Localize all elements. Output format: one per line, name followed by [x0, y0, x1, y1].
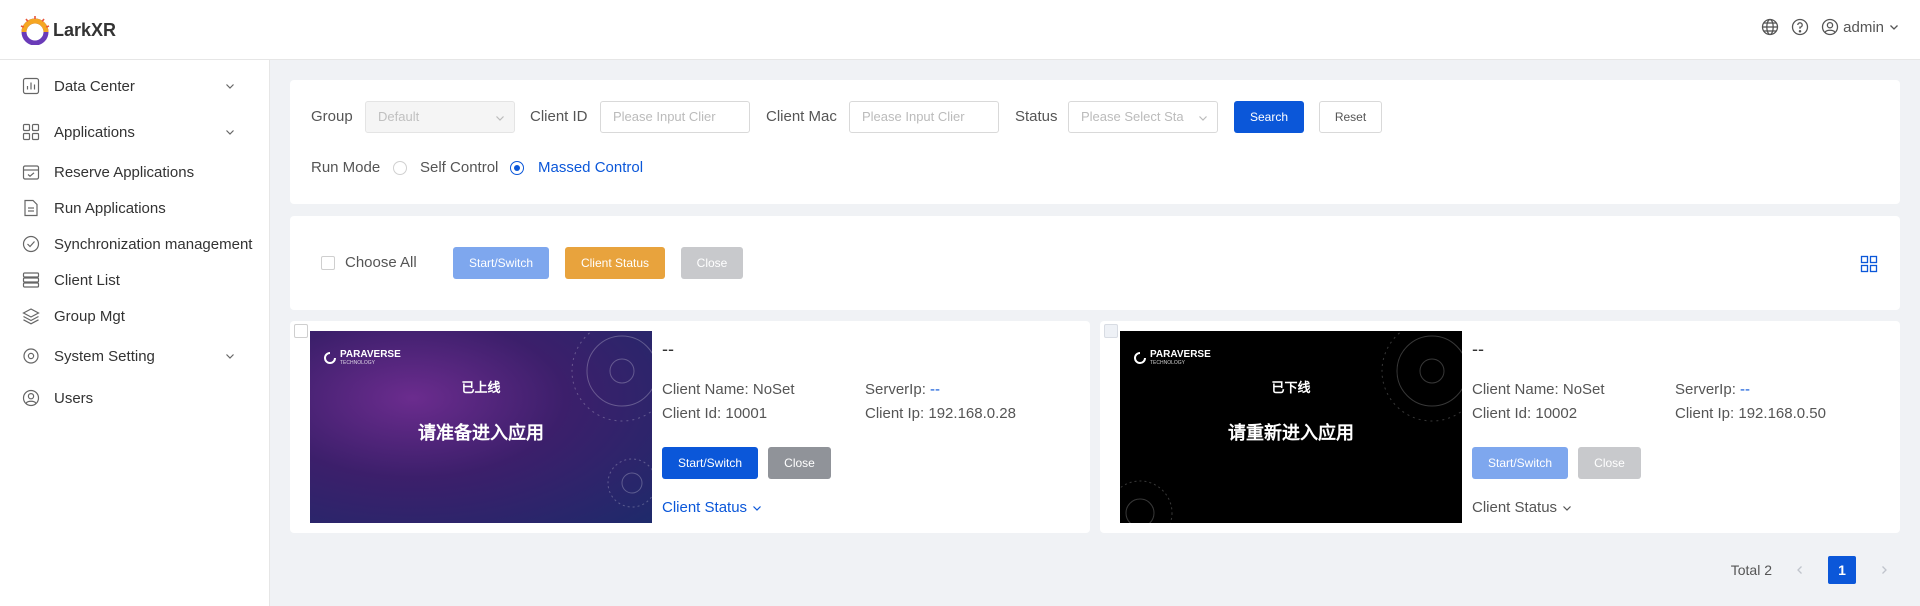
client-status-dropdown[interactable]: Client Status: [662, 499, 763, 516]
paraverse-logo: PARAVERSE TECHNOLOGY: [1134, 349, 1211, 366]
chevron-down-icon: [1199, 116, 1207, 121]
sidebar-item-users[interactable]: Users: [0, 380, 270, 416]
thumb-status-text: 已上线: [461, 380, 501, 395]
user-menu[interactable]: admin: [1821, 18, 1900, 36]
chevron-down-icon: [226, 354, 234, 359]
client-checkbox[interactable]: [1104, 324, 1118, 338]
sidebar: Data Center Applications Reserve Applica…: [0, 60, 270, 606]
logo-text: LarkXR: [53, 19, 117, 40]
bulk-start-switch-button[interactable]: Start/Switch: [453, 247, 549, 279]
chevron-down-icon: [226, 84, 234, 89]
reset-button[interactable]: Reset: [1319, 101, 1382, 133]
gear-icon: [22, 347, 40, 365]
chevron-down-icon: [1563, 505, 1571, 511]
thumb-message-text: 请准备进入应用: [418, 423, 544, 443]
client-card: PARAVERSE TECHNOLOGY 已上线 请准备进入应用 -- Clien…: [290, 321, 1090, 533]
client-ip-field: Client Ip: 192.168.0.50: [1675, 405, 1826, 422]
chevron-down-icon: [753, 505, 761, 511]
page-number-current[interactable]: 1: [1828, 556, 1856, 584]
choose-all-checkbox[interactable]: [321, 256, 335, 270]
chevron-down-icon: [226, 130, 234, 135]
filter-panel: Group Default Client ID Please Input Cli…: [290, 80, 1900, 204]
massed-control-label[interactable]: Massed Control: [538, 159, 643, 176]
client-id-input[interactable]: Please Input Clier: [600, 101, 750, 133]
sidebar-item-synchronization-management[interactable]: Synchronization management: [0, 226, 270, 262]
pagination: Total 2 1: [1731, 556, 1890, 584]
sidebar-item-data-center[interactable]: Data Center: [0, 68, 270, 104]
chevron-down-icon: [496, 116, 504, 121]
choose-all-label[interactable]: Choose All: [345, 254, 417, 271]
client-mac-label: Client Mac: [766, 108, 837, 125]
start-switch-button[interactable]: Start/Switch: [662, 447, 758, 479]
decorative-circles: [607, 458, 652, 508]
larkxr-logo-icon: [20, 16, 50, 45]
self-control-radio[interactable]: [393, 161, 407, 175]
status-select[interactable]: Please Select Sta: [1068, 101, 1218, 133]
client-id-field: Client Id: 10001: [662, 405, 768, 422]
sidebar-item-group-mgt[interactable]: Group Mgt: [0, 298, 270, 334]
thumb-message-text: 请重新进入应用: [1228, 423, 1354, 443]
client-mac-input[interactable]: Please Input Clier: [849, 101, 999, 133]
run-mode-label: Run Mode: [311, 159, 381, 176]
globe-icon[interactable]: [1761, 18, 1779, 36]
grid-view-icon[interactable]: [1860, 255, 1878, 273]
client-thumbnail: PARAVERSE TECHNOLOGY 已下线 请重新进入应用: [1120, 331, 1462, 523]
paraverse-logo: PARAVERSE TECHNOLOGY: [324, 349, 401, 366]
client-thumbnail: PARAVERSE TECHNOLOGY 已上线 请准备进入应用: [310, 331, 652, 523]
client-title: --: [662, 339, 674, 359]
sidebar-item-client-list[interactable]: Client List: [0, 262, 270, 298]
calendar-check-icon: [22, 163, 40, 181]
sidebar-item-reserve-applications[interactable]: Reserve Applications: [0, 154, 270, 190]
close-button[interactable]: Close: [768, 447, 831, 479]
paraverse-mark-icon: [1134, 351, 1146, 364]
chevron-right-icon[interactable]: [1878, 564, 1890, 576]
user-icon: [22, 389, 40, 407]
help-icon[interactable]: [1791, 18, 1809, 36]
server-ip-field: ServerIp: --: [865, 381, 941, 398]
search-button[interactable]: Search: [1234, 101, 1304, 133]
layers-icon: [22, 307, 40, 325]
status-label: Status: [1015, 108, 1058, 125]
bulk-client-status-button[interactable]: Client Status: [565, 247, 665, 279]
client-id-label: Client ID: [530, 108, 588, 125]
sidebar-item-run-applications[interactable]: Run Applications: [0, 190, 270, 226]
chart-icon: [22, 77, 40, 95]
user-avatar-icon: [1821, 18, 1839, 36]
client-name-field: Client Name: NoSet: [662, 381, 795, 398]
bulk-close-button[interactable]: Close: [681, 247, 743, 279]
decorative-circles: [1120, 480, 1173, 523]
logo[interactable]: LarkXR: [20, 16, 117, 45]
apps-icon: [22, 123, 40, 141]
paraverse-mark-icon: [324, 351, 336, 364]
client-checkbox[interactable]: [294, 324, 308, 338]
server-ip-field: ServerIp: --: [1675, 381, 1751, 398]
massed-control-radio[interactable]: [510, 161, 524, 175]
total-count: Total 2: [1730, 562, 1772, 578]
list-icon: [22, 271, 40, 289]
client-title: --: [1472, 339, 1484, 359]
client-status-dropdown[interactable]: Client Status: [1472, 499, 1573, 516]
self-control-label[interactable]: Self Control: [420, 159, 498, 176]
client-name-field: Client Name: NoSet: [1472, 381, 1605, 398]
close-button[interactable]: Close: [1578, 447, 1641, 479]
thumb-status-text: 已下线: [1271, 380, 1311, 395]
sidebar-item-system-setting[interactable]: System Setting: [0, 338, 270, 374]
sidebar-item-applications[interactable]: Applications: [0, 114, 270, 150]
document-icon: [22, 199, 40, 217]
start-switch-button[interactable]: Start/Switch: [1472, 447, 1568, 479]
client-id-field: Client Id: 10002: [1472, 405, 1578, 422]
group-label: Group: [311, 108, 353, 125]
chevron-left-icon[interactable]: [1794, 564, 1806, 576]
top-bar: LarkXR admin: [0, 0, 1920, 60]
check-circle-icon: [22, 235, 40, 253]
client-card: PARAVERSE TECHNOLOGY 已下线 请重新进入应用 -- Clien…: [1100, 321, 1900, 533]
actions-panel: Choose All Start/Switch Client Status Cl…: [290, 216, 1900, 310]
user-name: admin: [1843, 18, 1884, 36]
client-ip-field: Client Ip: 192.168.0.28: [865, 405, 1016, 422]
group-select[interactable]: Default: [365, 101, 515, 133]
chevron-down-icon: [1890, 25, 1898, 30]
